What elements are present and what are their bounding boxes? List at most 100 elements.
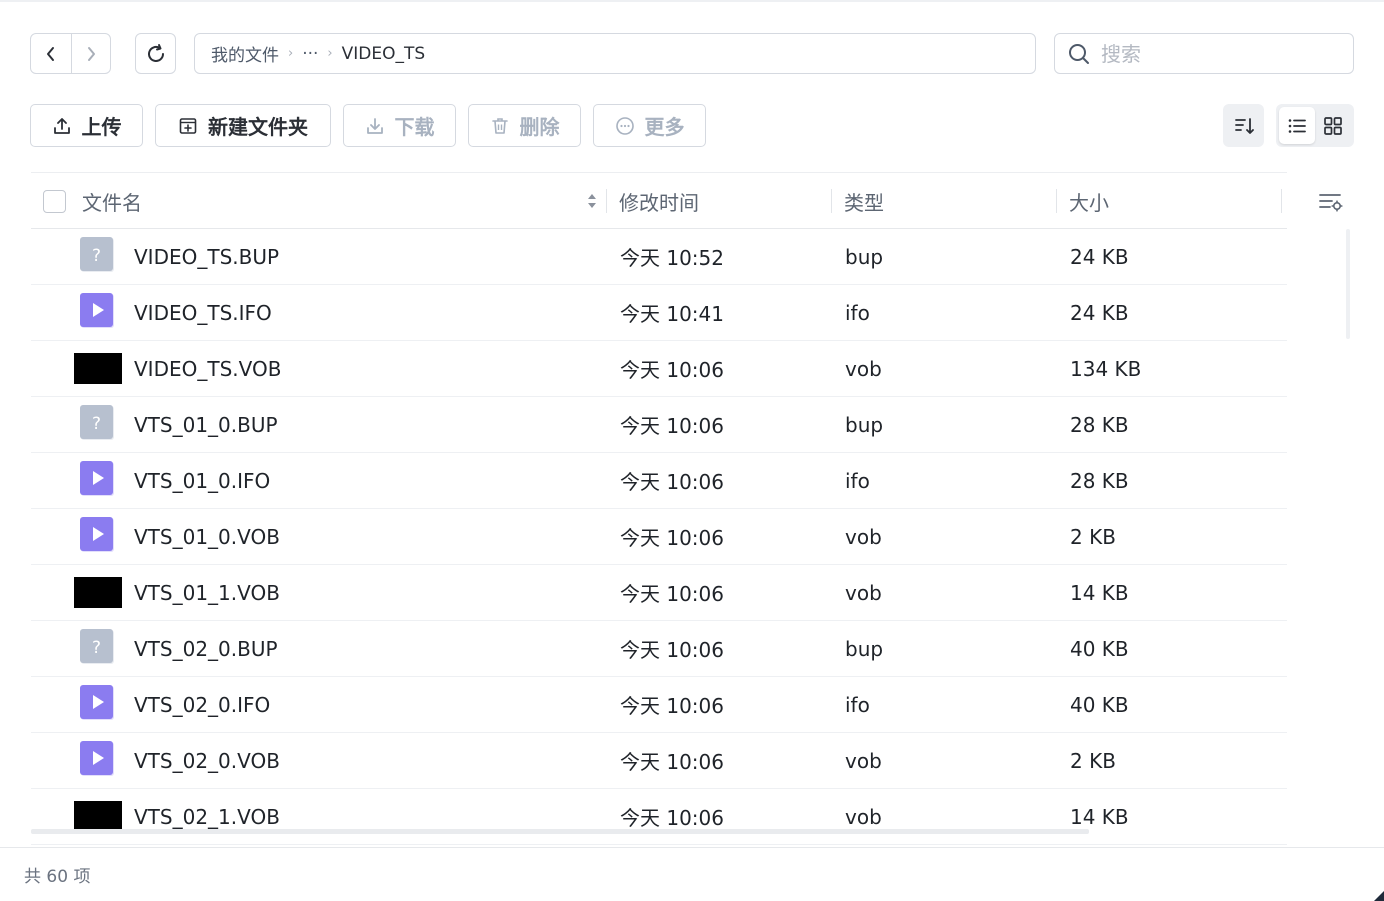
grid-view-button[interactable] (1315, 107, 1351, 144)
file-name: VIDEO_TS.BUP (134, 244, 280, 269)
video-file-icon (80, 741, 114, 776)
search-icon (1069, 43, 1089, 64)
file-size: 2 KB (1070, 524, 1116, 549)
sort-icon (1234, 117, 1254, 134)
file-list: ? VIDEO_TS.BUP 今天 10:52 bup 24 KB VIDEO_TS.IF… (31, 229, 1287, 845)
window-top-edge (0, 0, 1384, 2)
file-size: 14 KB (1070, 804, 1129, 829)
file-row[interactable]: ? VTS_02_0.BUP 今天 10:06 bup 40 KB (31, 621, 1287, 677)
view-toggle (1276, 104, 1354, 147)
file-size: 40 KB (1070, 636, 1129, 661)
file-row[interactable]: VTS_02_0.IFO 今天 10:06 ifo 40 KB (31, 677, 1287, 733)
breadcrumb-root[interactable]: 我的文件 (211, 41, 279, 66)
select-all-checkbox[interactable] (43, 190, 66, 213)
video-file-icon (80, 461, 114, 496)
download-label: 下载 (394, 115, 435, 139)
file-size: 24 KB (1070, 300, 1129, 325)
file-name: VTS_02_0.IFO (134, 692, 271, 717)
more-button[interactable]: 更多 (593, 104, 706, 147)
file-modified: 今天 10:06 (620, 470, 724, 494)
column-divider[interactable] (606, 189, 607, 213)
file-type: vob (845, 748, 882, 773)
refresh-button[interactable] (135, 33, 176, 74)
delete-label: 删除 (519, 115, 560, 139)
new-folder-button[interactable]: 新建文件夹 (155, 104, 331, 147)
file-size: 24 KB (1070, 244, 1129, 269)
file-type: vob (845, 524, 882, 549)
vertical-scrollbar[interactable] (1346, 229, 1350, 339)
video-thumbnail (74, 577, 122, 608)
file-row[interactable]: VTS_02_0.VOB 今天 10:06 vob 2 KB (31, 733, 1287, 789)
upload-button[interactable]: 上传 (30, 104, 143, 147)
chevron-right-icon (88, 46, 95, 61)
status-bar: 共 60 项 (0, 847, 1384, 901)
file-row[interactable]: VIDEO_TS.IFO 今天 10:41 ifo 24 KB (31, 285, 1287, 341)
file-name: VTS_01_0.VOB (134, 524, 280, 549)
grid-view-icon (1324, 116, 1342, 135)
file-modified: 今天 10:06 (620, 694, 724, 718)
column-header-name[interactable]: 文件名 (82, 173, 142, 229)
breadcrumb-current[interactable]: VIDEO_TS (342, 44, 426, 64)
file-type: ifo (845, 468, 870, 493)
file-type: vob (845, 356, 882, 381)
video-file-icon (80, 517, 114, 552)
file-row[interactable]: VTS_01_0.IFO 今天 10:06 ifo 28 KB (31, 453, 1287, 509)
file-row[interactable]: VTS_02_1.VOB 今天 10:06 vob 14 KB (31, 789, 1287, 845)
file-modified: 今天 10:06 (620, 638, 724, 662)
upload-label: 上传 (81, 115, 122, 139)
file-type: vob (845, 580, 882, 605)
file-type: vob (845, 804, 882, 829)
file-row[interactable]: VTS_01_0.VOB 今天 10:06 vob 2 KB (31, 509, 1287, 565)
file-modified: 今天 10:06 (620, 750, 724, 774)
file-size: 14 KB (1070, 580, 1129, 605)
sort-arrows-icon[interactable] (586, 189, 598, 213)
file-modified: 今天 10:06 (620, 582, 724, 606)
file-modified: 今天 10:06 (620, 526, 724, 550)
column-header-size[interactable]: 大小 (1069, 173, 1109, 229)
new-folder-label: 新建文件夹 (208, 115, 308, 139)
forward-button[interactable] (71, 34, 110, 73)
column-header-modified[interactable]: 修改时间 (619, 173, 699, 229)
nav-button-group (30, 33, 111, 74)
file-type: bup (845, 244, 884, 269)
unknown-file-icon: ? (80, 237, 114, 272)
file-row[interactable]: ? VTS_01_0.BUP 今天 10:06 bup 28 KB (31, 397, 1287, 453)
file-type: ifo (845, 300, 870, 325)
column-divider[interactable] (831, 189, 832, 213)
file-modified: 今天 10:52 (620, 246, 724, 270)
video-thumbnail (74, 353, 122, 384)
column-divider[interactable] (1056, 189, 1057, 213)
file-type: bup (845, 412, 884, 437)
file-row[interactable]: VIDEO_TS.VOB 今天 10:06 vob 134 KB (31, 341, 1287, 397)
sort-button[interactable] (1223, 104, 1264, 147)
resize-handle[interactable] (1374, 891, 1384, 901)
column-divider[interactable] (1281, 189, 1282, 213)
breadcrumb-separator: › (288, 46, 294, 61)
file-name: VIDEO_TS.IFO (134, 300, 272, 325)
refresh-icon (147, 43, 164, 62)
file-row[interactable]: ? VIDEO_TS.BUP 今天 10:52 bup 24 KB (31, 229, 1287, 285)
breadcrumb-separator: › (327, 46, 333, 61)
file-modified: 今天 10:41 (620, 302, 724, 326)
trash-icon (491, 117, 508, 134)
file-row[interactable]: VTS_01_1.VOB 今天 10:06 vob 14 KB (31, 565, 1287, 621)
file-modified: 今天 10:06 (620, 358, 724, 382)
file-name: VTS_01_0.IFO (134, 468, 271, 493)
list-view-button[interactable] (1279, 107, 1315, 144)
video-file-icon (80, 685, 114, 720)
item-count: 共 60 项 (24, 867, 91, 887)
svg-text:?: ? (92, 414, 101, 434)
column-settings-icon[interactable] (1318, 190, 1344, 214)
breadcrumb-ellipsis[interactable]: ··· (302, 44, 318, 64)
horizontal-scrollbar[interactable] (31, 829, 1089, 834)
download-button[interactable]: 下载 (343, 104, 456, 147)
video-thumbnail (74, 801, 122, 832)
column-header-type[interactable]: 类型 (844, 173, 884, 229)
file-modified: 今天 10:06 (620, 414, 724, 438)
table-header: 文件名 修改时间 类型 大小 (31, 172, 1287, 229)
unknown-file-icon: ? (80, 629, 114, 664)
search-input[interactable] (1101, 41, 1331, 66)
chevron-left-icon (47, 46, 54, 61)
delete-button[interactable]: 删除 (468, 104, 581, 147)
back-button[interactable] (31, 34, 71, 73)
